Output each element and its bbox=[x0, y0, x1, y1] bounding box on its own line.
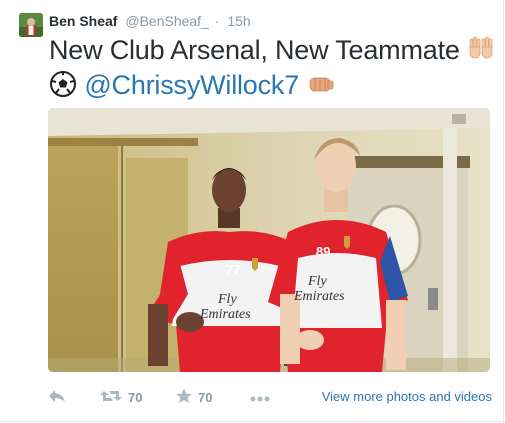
display-name[interactable]: Ben Sheaf bbox=[49, 13, 117, 29]
left-shirt-number: 77 bbox=[226, 262, 240, 277]
retweet-button[interactable]: 70 bbox=[100, 386, 142, 408]
more-button[interactable] bbox=[250, 386, 270, 408]
reply-button[interactable] bbox=[48, 386, 66, 408]
soccer-ball-icon bbox=[49, 70, 77, 105]
tweet-text: New Club Arsenal, New Teammate @ChrissyW… bbox=[49, 34, 499, 105]
mention-link[interactable]: @ChrissyWillock7 bbox=[84, 70, 299, 100]
raised-hands-icon bbox=[467, 34, 495, 69]
retweet-icon bbox=[100, 388, 122, 407]
reply-icon bbox=[48, 388, 66, 407]
timestamp[interactable]: 15h bbox=[227, 13, 250, 29]
tweet-header: Ben Sheaf @BenSheaf_ · 15h bbox=[49, 12, 251, 30]
right-sponsor-line1: Fly bbox=[307, 274, 327, 289]
star-icon bbox=[176, 388, 192, 407]
view-more-photos-link[interactable]: View more photos and videos bbox=[322, 386, 492, 408]
more-icon bbox=[250, 390, 270, 405]
fisted-hand-icon bbox=[306, 71, 336, 103]
tweet-photo[interactable]: 77 Fly Emirates 89 Fly Emirates bbox=[48, 108, 490, 372]
avatar[interactable] bbox=[19, 13, 43, 37]
user-handle[interactable]: @BenSheaf_ bbox=[125, 13, 209, 29]
retweet-count: 70 bbox=[128, 389, 143, 405]
right-sponsor-line2: Emirates bbox=[293, 289, 345, 304]
tweet-actions: 70 70 View more photos and videos bbox=[48, 386, 494, 408]
left-sponsor-line2: Emirates bbox=[199, 307, 251, 322]
favorite-count: 70 bbox=[198, 389, 213, 405]
favorite-button[interactable]: 70 bbox=[176, 386, 212, 408]
separator-dot: · bbox=[214, 13, 220, 29]
tweet-text-line1: New Club Arsenal, New Teammate bbox=[49, 35, 460, 65]
right-shirt-number: 89 bbox=[316, 244, 330, 259]
left-sponsor-line1: Fly bbox=[217, 292, 237, 307]
